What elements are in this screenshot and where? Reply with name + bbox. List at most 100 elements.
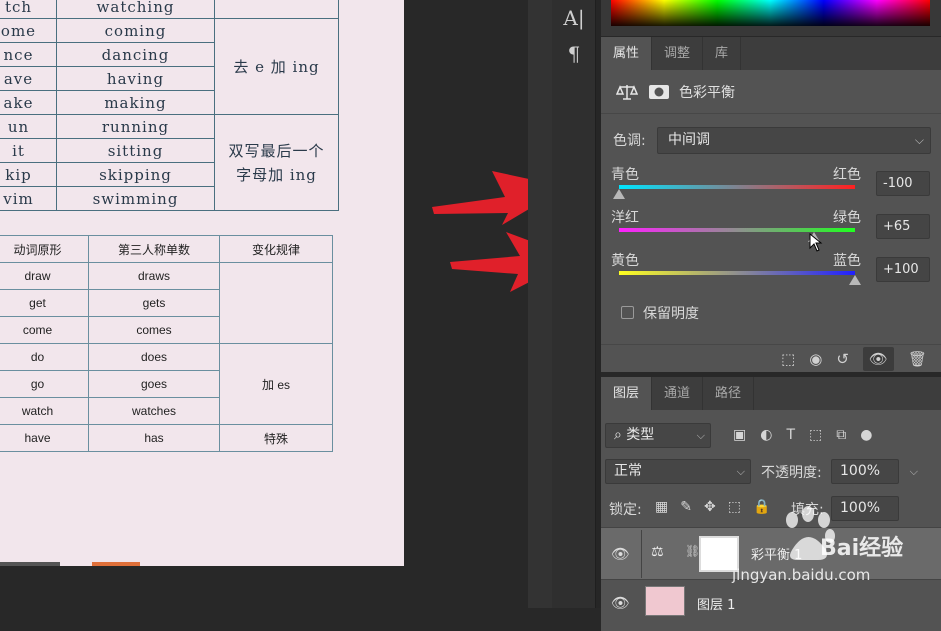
tab-paths[interactable]: 路径 [703,377,755,410]
blend-mode-select[interactable]: 正常 ⌵ [605,459,751,484]
preserve-luminosity-label: 保留明度 [643,306,699,322]
layer-name[interactable]: 彩平衡 1 [751,544,802,563]
eye-icon[interactable]: 👁 [611,594,630,612]
filter-type-value: 类型 [626,427,655,443]
table-cell: skipping [56,162,215,187]
third-person-table: 动词原形 第三人称单数 变化规律 draw draws get gets come comes d… [0,235,333,452]
adjustment-header: 色彩平衡 [601,70,941,114]
balance-scale-icon: ⚖ [651,544,664,560]
clip-to-layer-icon[interactable]: ⬚ [781,350,795,368]
table-header-cell: 动词原形 [0,235,89,263]
filter-toggle-icon[interactable]: ● [860,427,872,443]
reset-icon[interactable]: ↺ [836,350,849,368]
table-cell [214,0,339,19]
shape-filter-icon[interactable]: ⬚ [809,427,822,443]
lock-all-icon[interactable]: 🔒 [753,499,770,515]
tab-layers[interactable]: 图层 [601,377,653,410]
lock-artboard-icon[interactable]: ⬚ [728,499,741,515]
slider-value-field[interactable]: +100 [876,257,930,282]
table-cell: comes [88,316,220,344]
layer-name[interactable]: 图层 1 [697,594,735,613]
table-cell: have [0,424,89,452]
table-cell: vim [0,186,57,211]
layer-row-layer-1[interactable]: 👁 图层 1 [601,579,941,631]
layer-row-color-balance[interactable]: 👁 ⚖ ⛓ 彩平衡 1 [601,527,941,579]
table-cell: gets [88,289,220,317]
type-filter-icon[interactable]: T [786,427,795,443]
mask-icon[interactable] [647,81,671,103]
slider-thumb[interactable] [613,189,625,199]
doc-edge-mark-orange [92,562,140,566]
slider-thumb[interactable] [849,275,861,285]
slider-right-label: 绿色 [833,210,861,226]
blend-mode-value: 正常 [614,463,642,479]
table-cell: has [88,424,220,452]
table-cell: go [0,370,89,398]
visibility-eye-icon[interactable]: 👁 [862,346,894,371]
slider-track[interactable] [619,185,855,189]
slider-value-field[interactable]: +65 [876,214,930,239]
adjustment-title: 色彩平衡 [679,84,735,101]
panel-dock-strip [528,0,552,608]
paragraph-panel-icon[interactable]: ¶ [552,36,596,72]
slider-track[interactable] [619,271,855,275]
layer-filter-select[interactable]: ⌕ 类型 ⌵ [605,423,711,448]
tab-adjustments[interactable]: 调整 [652,37,704,70]
table-cell: dancing [56,42,215,67]
layer-mask-thumbnail[interactable] [699,536,739,572]
table-row: draw draws [0,262,333,344]
table-row: un running 双写最后一个字母加 ing [0,114,339,211]
table-cell: get [0,289,89,317]
lock-brush-icon[interactable]: ✎ [680,499,692,515]
adjustment-filter-icon[interactable]: ◐ [760,427,772,443]
document-canvas: tch watching ome coming 去 e 加 ing nce dancing a… [0,0,404,566]
tab-properties[interactable]: 属性 [601,37,653,70]
tone-dropdown[interactable]: 中间调 ⌵ [657,127,931,154]
link-icon[interactable]: ⛓ [685,544,700,558]
tab-libraries[interactable]: 库 [703,37,742,70]
divider [641,530,642,578]
table-cell: having [56,66,215,91]
image-filter-icon[interactable]: ▣ [733,427,746,443]
table-cell: do [0,343,89,371]
table-cell: un [0,114,57,139]
table-cell: it [0,138,57,163]
chevron-down-icon: ⌵ [696,429,705,442]
slider-left-label: 洋红 [611,210,639,226]
table-cell: running [56,114,215,139]
slider-value-field[interactable]: -100 [876,171,930,196]
table-cell: sitting [56,138,215,163]
opacity-label: 不透明度: [761,465,822,481]
table-cell: draws [88,262,220,290]
lock-move-icon[interactable]: ✥ [704,499,716,515]
smart-object-filter-icon[interactable]: ⧉ [836,427,846,443]
view-previous-icon[interactable]: ◉ [809,350,822,368]
properties-panel: 属性 调整 库 色彩平衡 色调: 中间调 ⌵ 青色 红色 -100 洋红 绿色 … [601,37,941,372]
opacity-value: 100% [840,463,881,479]
trash-icon[interactable]: 🗑 [908,350,927,368]
table-cell: ake [0,90,57,115]
rule-cell [219,262,333,344]
doc-edge-mark [0,562,60,566]
rule-cell: 特殊 [219,424,333,452]
slider-left-label: 黄色 [611,253,639,269]
chevron-down-icon: ⌵ [909,465,918,478]
balance-scale-icon[interactable] [615,81,639,103]
chevron-down-icon: ⌵ [736,465,745,478]
workspace-background [404,0,528,608]
character-panel-icon[interactable]: A| [552,0,596,36]
verb-ing-table: tch watching ome coming 去 e 加 ing nce dancing a… [0,0,339,211]
layers-tabs: 图层 通道 路径 [601,377,941,410]
table-cell: does [88,343,220,371]
tone-label: 色调: [613,133,646,149]
preserve-luminosity-checkbox[interactable] [621,306,634,319]
layer-thumbnail [645,586,685,616]
table-cell: kip [0,162,57,187]
tab-channels[interactable]: 通道 [652,377,704,410]
opacity-field[interactable]: 100% ⌵ [831,459,918,484]
lock-transparent-icon[interactable]: ▦ [655,499,668,515]
eye-icon[interactable]: 👁 [611,545,630,563]
fill-field[interactable]: 100% [831,496,899,521]
color-spectrum[interactable] [611,0,930,26]
table-cell: tch [0,0,57,19]
